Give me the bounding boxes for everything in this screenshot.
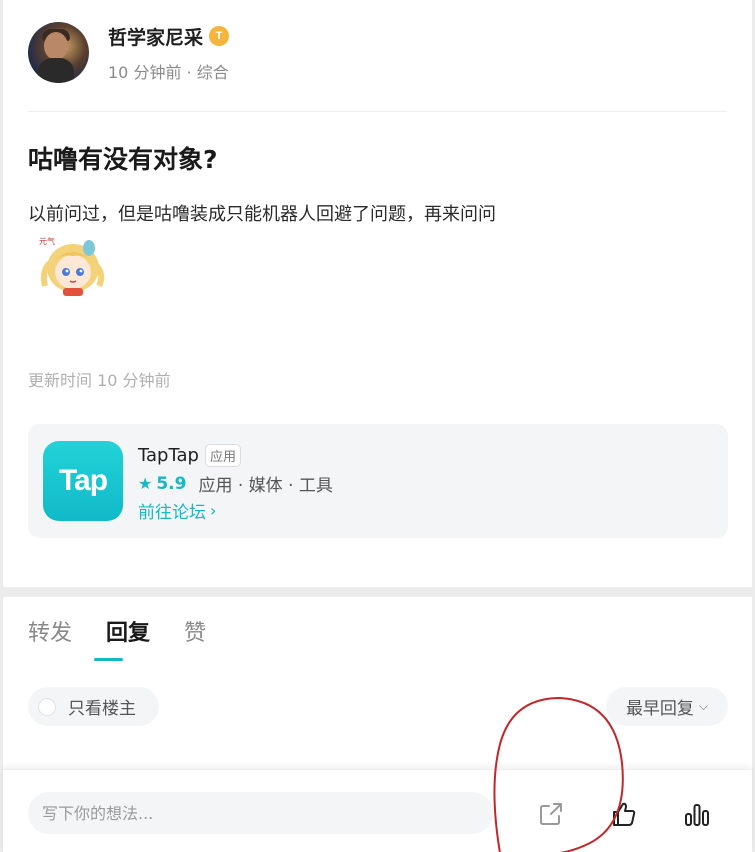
only-author-toggle[interactable]: 只看楼主: [28, 687, 159, 726]
tab-likes[interactable]: 赞: [184, 615, 206, 647]
anime-girl-sticker: 元气: [39, 236, 105, 296]
star-icon: ★: [138, 474, 153, 493]
avatar-head: [44, 32, 68, 60]
updated-time: 更新时间 10 分钟前: [28, 371, 171, 390]
radio-icon[interactable]: [38, 697, 56, 716]
author-row: 哲学家尼采 T: [108, 23, 230, 50]
sort-dropdown[interactable]: 最早回复 ⌵: [606, 687, 728, 726]
author-info: 哲学家尼采 T 10 分钟前 · 综合: [108, 23, 230, 83]
only-author-label: 只看楼主: [68, 699, 136, 719]
app-rating-row: ★ 5.9 应用 · 媒体 · 工具: [138, 471, 333, 497]
author-block: 哲学家尼采 T 10 分钟前 · 综合: [28, 22, 230, 83]
post-body: 以前问过，但是咕噜装成只能机器人回避了问题，再来问问: [28, 204, 496, 225]
app-name-row: TapTap 应用: [138, 444, 241, 467]
tab-bar: 转发 回复 赞: [28, 615, 240, 647]
svg-text:元气: 元气: [39, 236, 55, 246]
tab-repost[interactable]: 转发: [28, 615, 72, 647]
forum-link[interactable]: 前往论坛 ›: [138, 498, 216, 523]
chevron-right-icon: ›: [210, 501, 217, 520]
page: 哲学家尼采 T 10 分钟前 · 综合 咕噜有没有对象? 以前问过，但是咕噜装成…: [0, 0, 755, 852]
post-title: 咕噜有没有对象?: [28, 145, 218, 174]
share-icon[interactable]: [537, 800, 565, 828]
app-tag: 应用: [204, 444, 241, 467]
app-rating: 5.9: [156, 473, 187, 494]
post-card: 哲学家尼采 T 10 分钟前 · 综合 咕噜有没有对象? 以前问过，但是咕噜装成…: [3, 0, 752, 587]
forum-link-label: 前往论坛: [138, 503, 206, 523]
app-card[interactable]: Tap TapTap 应用 ★ 5.9 应用 · 媒体 · 工具 前往论坛 ›: [28, 424, 728, 538]
tab-replies[interactable]: 回复: [106, 615, 150, 647]
avatar[interactable]: [28, 22, 89, 83]
divider: [28, 111, 727, 112]
taptap-logo-icon[interactable]: Tap: [43, 441, 123, 521]
app-name[interactable]: TapTap: [138, 445, 199, 466]
app-categories: 应用 · 媒体 · 工具: [198, 476, 333, 496]
sort-label: 最早回复: [625, 699, 694, 719]
like-icon[interactable]: [610, 800, 638, 828]
avatar-body: [38, 58, 74, 83]
author-name[interactable]: 哲学家尼采: [108, 23, 203, 50]
active-tab-indicator: [94, 658, 123, 661]
bottom-action-bar: [3, 769, 752, 852]
stats-icon[interactable]: [683, 800, 711, 828]
verified-badge-icon: T: [209, 26, 230, 46]
comment-input[interactable]: [28, 792, 493, 834]
post-meta: 10 分钟前 · 综合: [108, 62, 229, 82]
chevron-down-icon: ⌵: [698, 699, 709, 713]
